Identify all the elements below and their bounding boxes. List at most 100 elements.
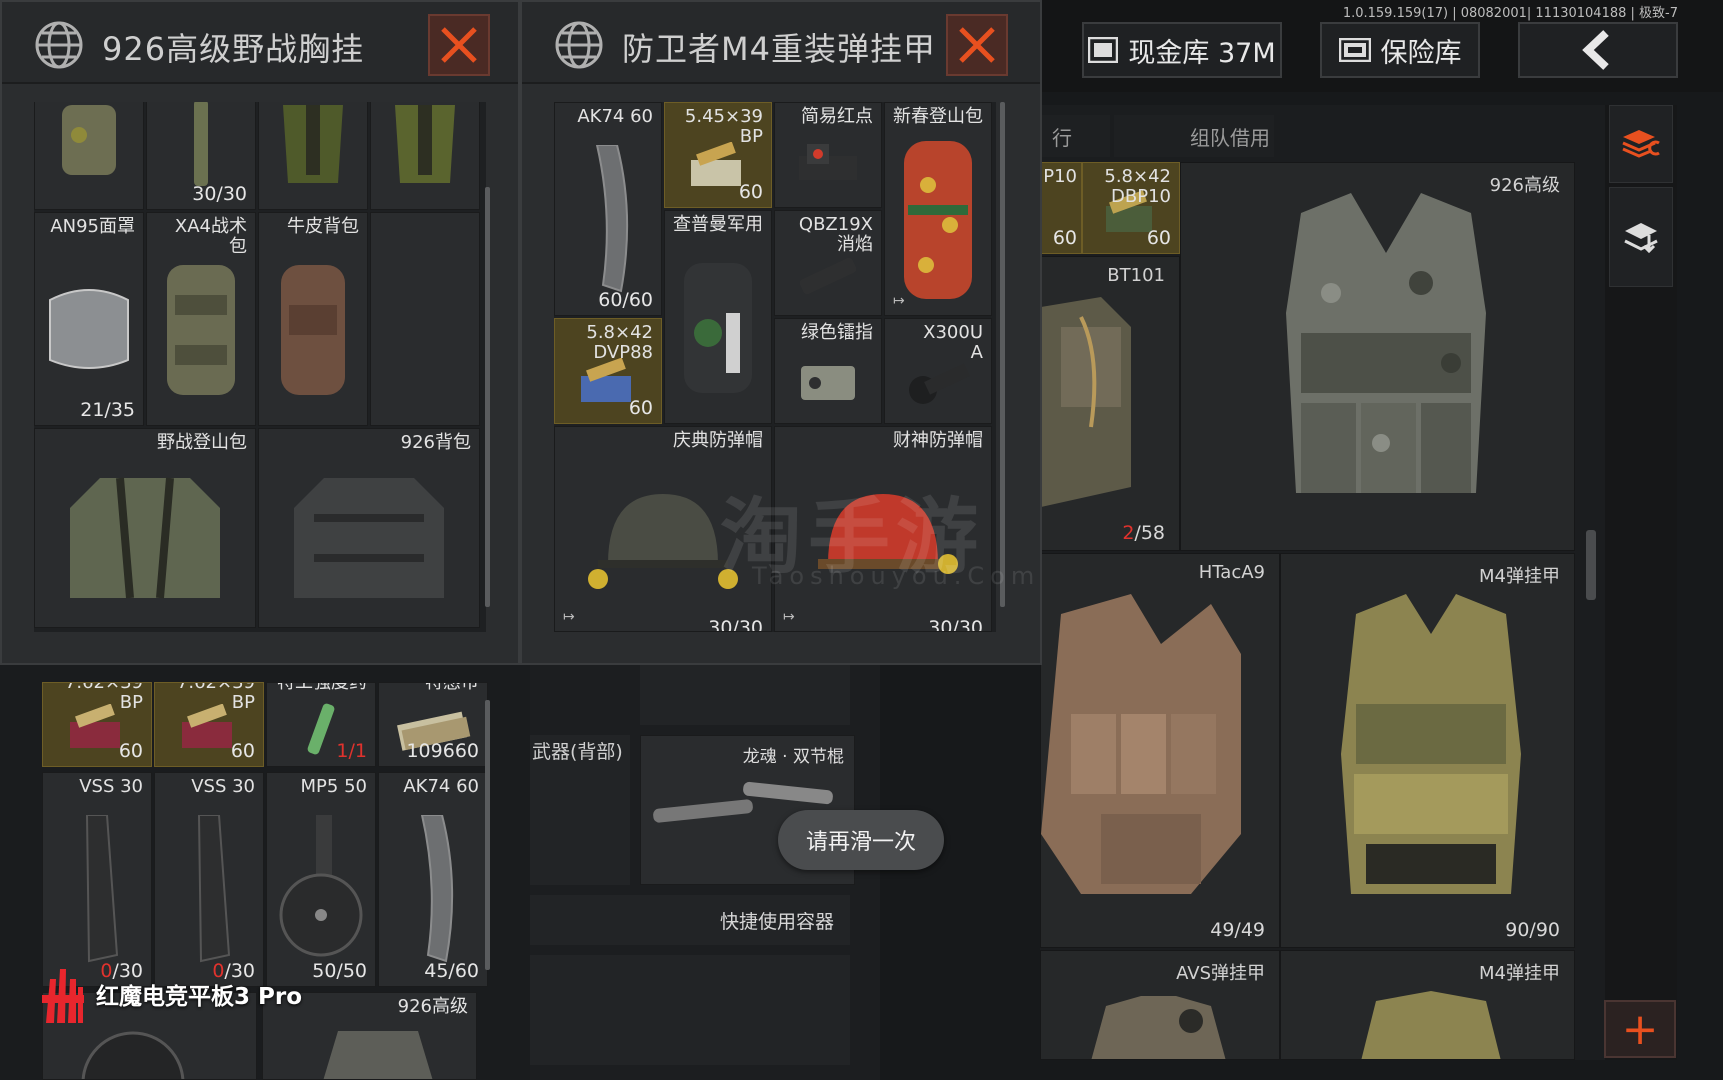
military-pack-icon xyxy=(684,262,752,393)
rig-item-58-ammo[interactable]: 5.8×42 DVP88 60 xyxy=(554,318,662,424)
yellow-vest-art xyxy=(1341,594,1521,894)
sort-button[interactable] xyxy=(1609,105,1673,183)
backpack-item-syringe[interactable]: 特工强度药 1/1 xyxy=(266,682,376,767)
magazine-icon xyxy=(85,815,119,963)
rig-item-green-laser[interactable]: 绿色镭指 xyxy=(774,318,882,424)
backpack-item-ak74-mag[interactable]: AK74 60 45/60 xyxy=(378,772,488,987)
layer-download-icon xyxy=(1624,223,1658,254)
tab-team-borrow[interactable]: 组队借用 xyxy=(1114,115,1274,157)
rig-item-leather-bag[interactable]: 牛皮背包 xyxy=(258,212,368,426)
backpack-item-vss-mag[interactable]: VSS 30 0/30 xyxy=(154,772,264,987)
tab-partial[interactable]: 行 xyxy=(1040,115,1110,157)
panel-title: 926高级野战胸挂 xyxy=(102,30,365,68)
storage-item-ammo[interactable]: 5.8×42 DBP10 60 xyxy=(1082,162,1180,254)
camo-bag-icon xyxy=(62,105,116,176)
store-all-button[interactable] xyxy=(1609,187,1673,287)
container-slot[interactable] xyxy=(530,955,850,1065)
black-pack-icon xyxy=(294,477,444,598)
chevron-left-icon xyxy=(1582,30,1609,70)
rig-item-grenade[interactable]: 30/30 xyxy=(146,102,256,210)
close-icon xyxy=(441,27,477,63)
backpack-item-mp5-drum[interactable]: MP5 50 50/50 xyxy=(266,772,376,987)
globe-icon xyxy=(35,21,83,69)
rig-item-camo-bag[interactable] xyxy=(34,102,144,210)
panel-header: 防卫者M4重装弹挂甲 xyxy=(522,2,1040,84)
toast-message: 请再滑一次 xyxy=(778,810,944,870)
rig-item-qbz-muzzle[interactable]: QBZ19X 消焰 xyxy=(774,210,882,316)
leather-bag-icon xyxy=(281,264,345,395)
close-button[interactable] xyxy=(428,14,490,76)
red-magic-logo-icon xyxy=(42,969,84,1023)
rig-item-926-pack[interactable]: 926背包 xyxy=(258,428,480,628)
brand-label: 红魔电竞平板3 Pro xyxy=(96,984,303,1010)
tactical-bag-icon xyxy=(167,264,235,395)
weapon-back-slot[interactable]: 武器(背部) xyxy=(530,735,630,885)
cash-vault-label: 现金库 37M xyxy=(1128,37,1276,69)
storage-item-m4-vest[interactable]: M4弹挂甲 90/90 xyxy=(1280,553,1575,948)
storage-item-926-vest[interactable]: 926高级 xyxy=(1180,162,1575,551)
green-vest-icon xyxy=(395,105,455,184)
storage-item-vest[interactable]: BT101 2/58 xyxy=(1040,256,1180,551)
empty-slot[interactable] xyxy=(640,665,850,725)
storage-item-avs[interactable]: AVS弹挂甲 xyxy=(1040,950,1280,1060)
backpack-item-ammo[interactable]: 7.62×39 BP 60 xyxy=(42,682,152,767)
rig-item-an95-mask[interactable]: AN95面罩 21/35 xyxy=(34,212,144,426)
storage-scrollbar[interactable] xyxy=(1586,530,1596,600)
rig-item-spring-pack[interactable]: 新春登山包 ↦ xyxy=(884,102,992,316)
exit-icon: ↦ xyxy=(783,609,795,625)
magazine-icon xyxy=(420,815,454,963)
device-brand: 红魔电竞平板3 Pro xyxy=(42,965,302,1023)
rig-empty-slot[interactable] xyxy=(370,212,480,426)
festive-pack-icon xyxy=(904,140,972,299)
rig-item-x300u[interactable]: X300U A xyxy=(884,318,992,424)
rig-item-field-pack[interactable]: 野战登山包 xyxy=(34,428,256,628)
drum-magazine-icon xyxy=(279,815,363,957)
melee-name: 龙魂 · 双节棍 xyxy=(742,747,844,767)
add-button[interactable]: + xyxy=(1604,1000,1676,1058)
right-rail xyxy=(1605,105,1677,1060)
rig-item-545-ammo[interactable]: 5.45×39 BP 60 xyxy=(664,102,772,208)
green-vest-icon xyxy=(283,105,343,184)
backpack-item-ammo[interactable]: 7.62×39 BP 60 xyxy=(154,682,264,767)
rig-item-red-dot[interactable]: 简易红点 xyxy=(774,102,882,208)
close-icon xyxy=(959,27,995,63)
red-dot-sight-icon xyxy=(799,144,857,181)
quick-use-container[interactable]: 快捷使用容器 xyxy=(530,895,850,945)
panel-grid: 30/30 AN95面罩 21/35 XA4战术 包 牛皮背包 野战登山包 92… xyxy=(34,102,486,632)
rig-item-green-vest[interactable] xyxy=(258,102,368,210)
watermark-url: Taoshouyou.Com xyxy=(752,562,1041,590)
backpack-item-vss-mag[interactable]: VSS 30 0/30 xyxy=(42,772,152,987)
avs-vest-art xyxy=(1091,996,1226,1059)
flashlight-icon xyxy=(909,363,970,405)
close-button[interactable] xyxy=(946,14,1008,76)
drum-art xyxy=(81,1031,185,1079)
magazine-icon xyxy=(197,815,231,963)
safe-icon xyxy=(1338,38,1371,62)
syringe-icon xyxy=(307,703,335,754)
camo-vest-art xyxy=(1286,193,1486,493)
backpack-scrollbar[interactable] xyxy=(485,700,490,970)
tan-vest-art xyxy=(1041,594,1241,894)
yellow-vest-art xyxy=(1361,991,1501,1059)
panel-scrollbar[interactable] xyxy=(1000,102,1005,607)
storage-item-m4-vest-2[interactable]: M4弹挂甲 xyxy=(1280,950,1575,1060)
face-shield-icon xyxy=(49,288,129,369)
safe-vault-button[interactable]: 保险库 xyxy=(1320,22,1480,78)
cash-vault-button[interactable]: 现金库 37M xyxy=(1082,22,1282,78)
rig-panel-926: 926高级野战胸挂 30/30 AN95面罩 21/35 XA4战术 包 牛皮背… xyxy=(0,0,520,665)
backpack-item-coin[interactable]: 特感币 109660 xyxy=(378,682,488,767)
storage-item-ammo[interactable]: 42 P10 60 xyxy=(1040,162,1082,254)
rig-item-xa4-bag[interactable]: XA4战术 包 xyxy=(146,212,256,426)
rig-item-chapman[interactable]: 查普曼军用 xyxy=(664,210,772,424)
storage-item-htaca9[interactable]: HTacA9 49/49 xyxy=(1040,553,1280,948)
quick-use-label: 快捷使用容器 xyxy=(719,911,834,933)
safe-vault-label: 保险库 xyxy=(1380,37,1462,69)
rig-item-ak74-mag[interactable]: AK74 60 60/60 xyxy=(554,102,662,316)
plus-icon: + xyxy=(1621,1003,1659,1055)
panel-scrollbar[interactable] xyxy=(485,187,490,607)
rig-item-green-vest-2[interactable] xyxy=(370,102,480,210)
panel-header: 926高级野战胸挂 xyxy=(2,2,518,84)
magazine-icon xyxy=(595,144,629,292)
panel-title: 防卫者M4重装弹挂甲 xyxy=(622,30,936,68)
back-button[interactable] xyxy=(1518,22,1678,78)
